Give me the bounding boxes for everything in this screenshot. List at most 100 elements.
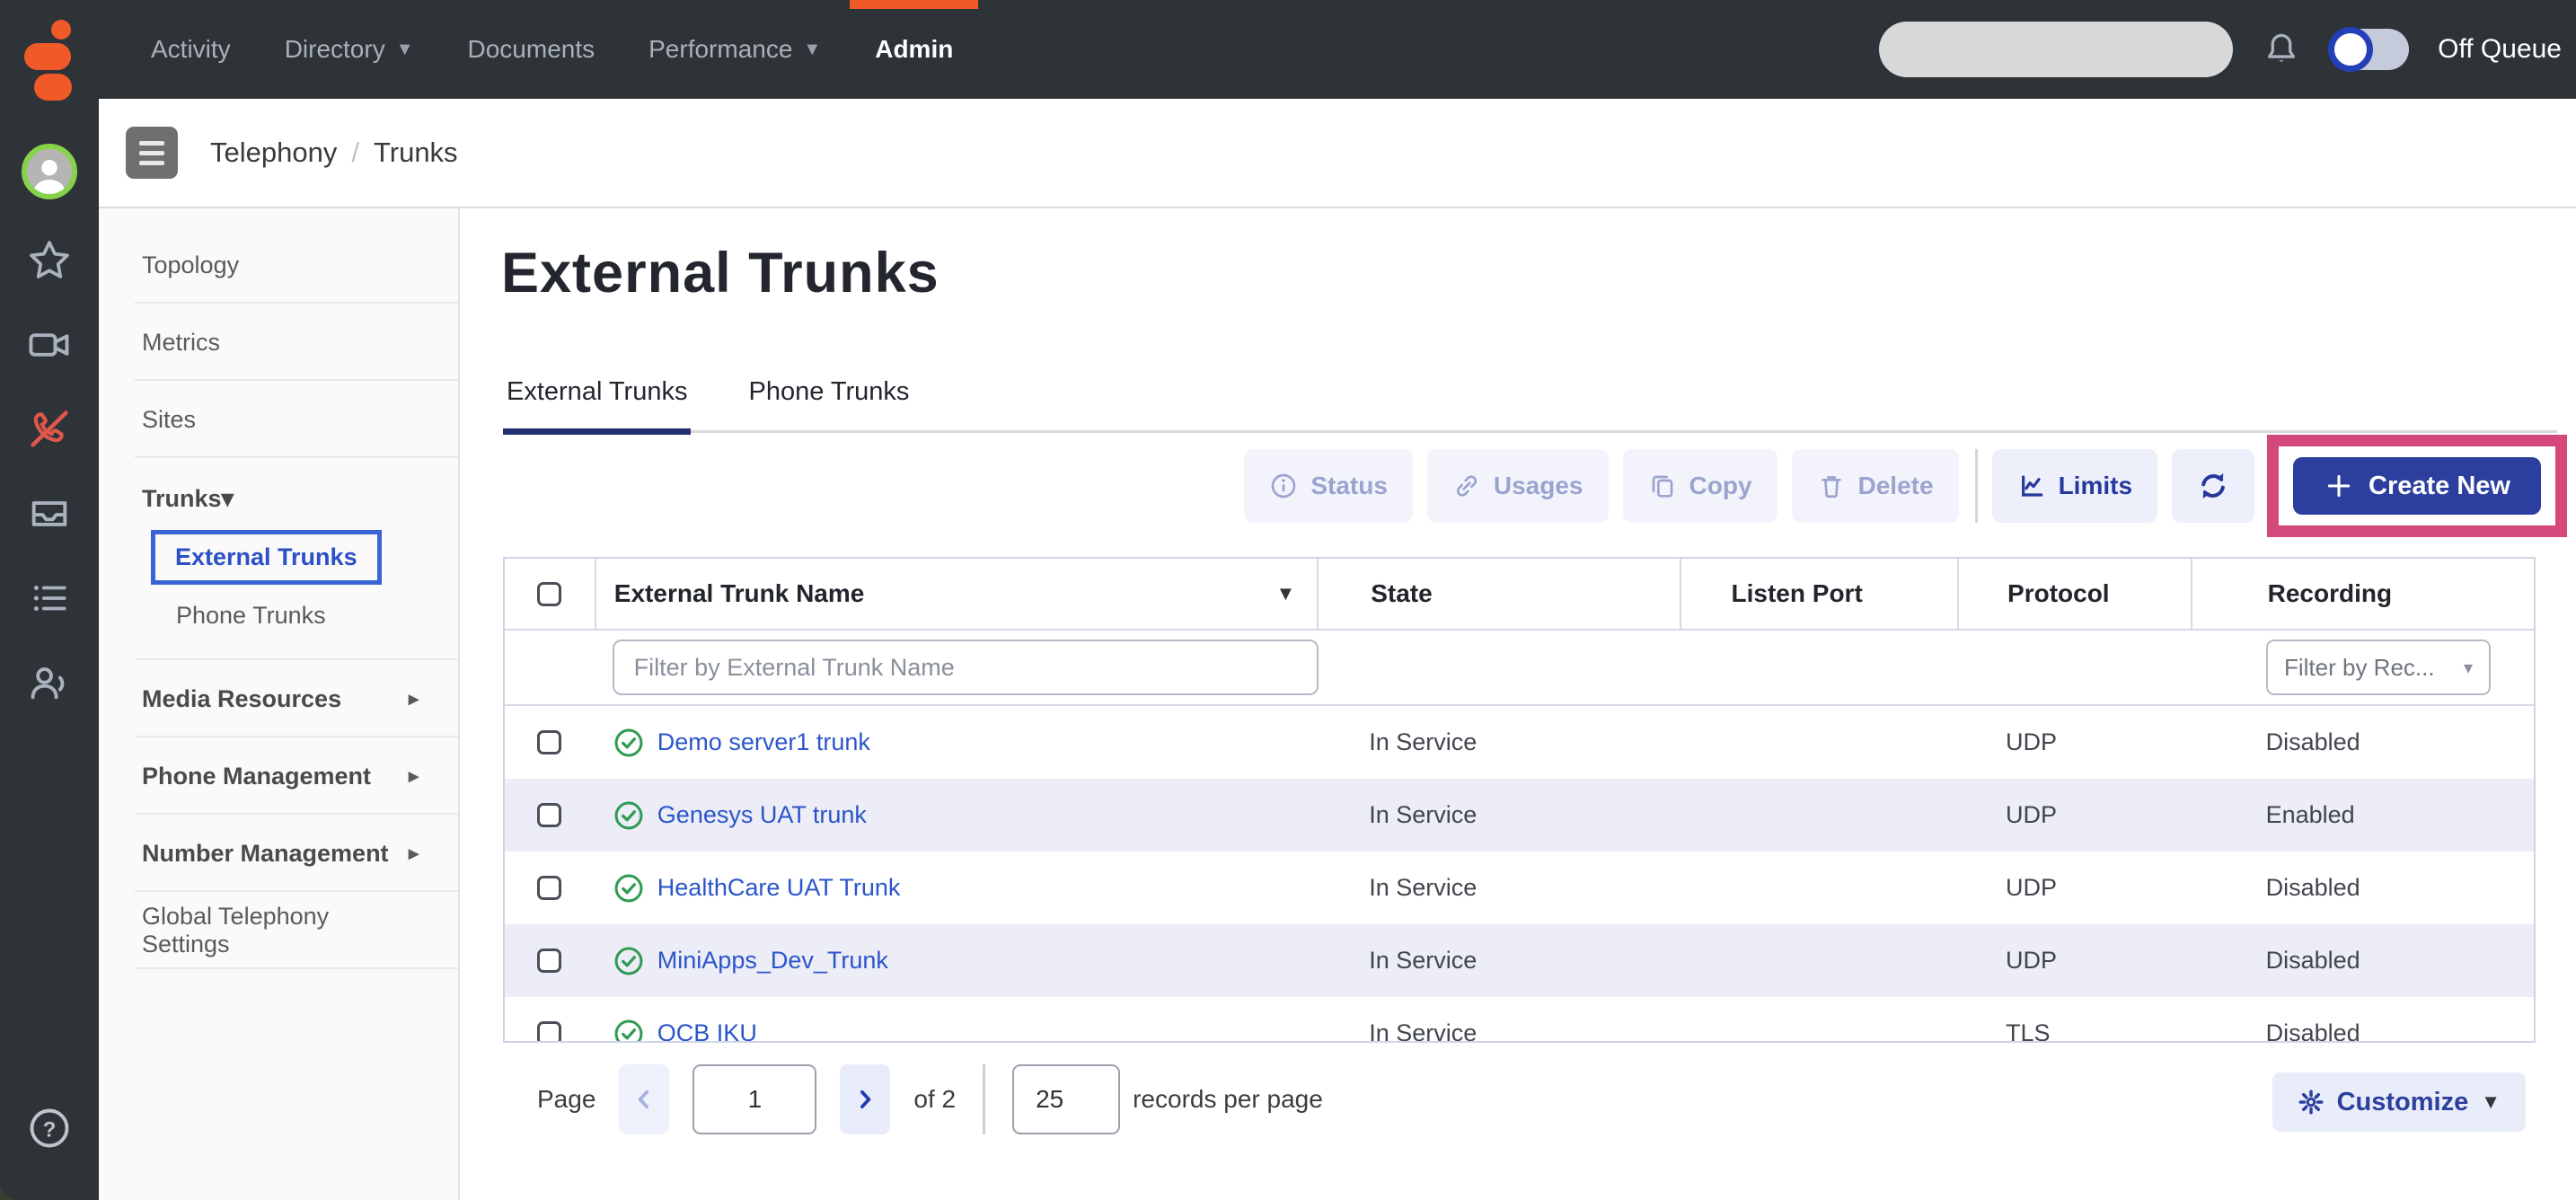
breadcrumb-bar: Telephony / Trunks (99, 99, 2576, 208)
trunk-type-tabs: External Trunks Phone Trunks (503, 354, 2557, 433)
row-checkbox[interactable] (537, 876, 561, 900)
telephony-side-menu: Topology Metrics Sites Trunks ▾ External… (99, 208, 460, 1200)
link-icon (1452, 472, 1481, 500)
row-checkbox[interactable] (537, 949, 561, 973)
sidebar-item-metrics[interactable]: Metrics (99, 304, 458, 381)
sort-desc-icon[interactable]: ▼ (1275, 582, 1295, 605)
select-all-checkbox[interactable] (537, 582, 561, 606)
sidebar-item-sites[interactable]: Sites (99, 381, 458, 458)
notifications-bell-button[interactable] (2262, 30, 2301, 69)
pagination-controls: Page of 2 records per page (537, 1063, 1323, 1135)
page-size-input[interactable] (1012, 1064, 1120, 1134)
column-header-listen-port[interactable]: Listen Port (1680, 559, 1957, 629)
sidebar-item-external-trunks[interactable]: External Trunks (151, 530, 382, 585)
chevron-right-icon (851, 1086, 878, 1113)
chevron-down-icon: ▾ (2464, 657, 2473, 679)
search-icon (2216, 34, 2217, 65)
name-filter-input[interactable] (613, 640, 1319, 695)
table-header-row: External Trunk Name ▼ State Listen Port … (505, 559, 2534, 631)
nav-item-activity[interactable]: Activity (124, 0, 258, 99)
create-new-button[interactable]: Create New (2293, 457, 2541, 515)
list-icon (27, 576, 72, 621)
row-checkbox[interactable] (537, 730, 561, 754)
copy-button[interactable]: Copy (1623, 449, 1778, 523)
next-page-button[interactable] (840, 1064, 890, 1134)
table-row: MiniApps_Dev_Trunk In Service UDP Disabl… (505, 924, 2534, 997)
nav-item-performance[interactable]: Performance ▼ (622, 0, 848, 99)
star-icon (26, 237, 73, 284)
global-search-box[interactable] (1879, 22, 2233, 77)
gear-icon (2298, 1089, 2325, 1116)
help-button[interactable]: ? (26, 1105, 73, 1151)
breadcrumb-section[interactable]: Telephony (210, 137, 337, 169)
customize-button[interactable]: Customize ▼ (2272, 1072, 2526, 1132)
agent-button[interactable] (26, 659, 73, 706)
agent-person-icon (26, 659, 73, 706)
toolbar-divider (1975, 449, 1978, 523)
info-icon (1269, 472, 1298, 500)
top-nav-menu: Activity Directory ▼ Documents Performan… (124, 0, 980, 99)
table-filter-row: Filter by Rec... ▾ (505, 631, 2534, 706)
nav-item-admin[interactable]: Admin (848, 0, 980, 99)
breadcrumb-page: Trunks (374, 137, 458, 169)
row-checkbox[interactable] (537, 803, 561, 827)
sidebar-item-topology[interactable]: Topology (99, 226, 458, 304)
copy-icon (1648, 472, 1677, 500)
status-button[interactable]: Status (1244, 449, 1413, 523)
table-row: Genesys UAT trunk In Service UDP Enabled (505, 779, 2534, 851)
row-checkbox[interactable] (537, 1021, 561, 1043)
page-number-input[interactable] (693, 1064, 816, 1134)
trunk-name-link[interactable]: OCB IKU (657, 1019, 757, 1043)
phone-disabled-button[interactable] (26, 406, 73, 453)
column-header-state[interactable]: State (1317, 559, 1679, 629)
interactions-list-button[interactable] (26, 575, 73, 622)
sidebar-group-trunks: Trunks ▾ External Trunks Phone Trunks (99, 458, 458, 660)
refresh-button[interactable] (2172, 449, 2254, 523)
nav-item-directory[interactable]: Directory ▼ (258, 0, 441, 99)
sidebar-item-media-resources[interactable]: Media Resources ▸ (99, 660, 458, 737)
sidebar-item-trunks[interactable]: Trunks ▾ (99, 474, 458, 523)
genesys-logo (0, 0, 99, 99)
main-content: External Trunks External Trunks Phone Tr… (460, 208, 2576, 1200)
limits-button[interactable]: Limits (1992, 449, 2157, 523)
video-button[interactable] (26, 322, 73, 368)
trunk-name-link[interactable]: HealthCare UAT Trunk (657, 874, 901, 902)
favorites-button[interactable] (26, 237, 73, 284)
tab-phone-trunks[interactable]: Phone Trunks (745, 354, 913, 435)
sidebar-item-global-telephony-settings[interactable]: Global Telephony Settings (99, 892, 458, 969)
trunk-name-link[interactable]: MiniApps_Dev_Trunk (657, 947, 888, 975)
trunk-name-link[interactable]: Demo server1 trunk (657, 728, 870, 756)
column-header-name[interactable]: External Trunk Name ▼ (595, 559, 1317, 629)
chart-icon (2017, 472, 2046, 500)
status-ok-icon (613, 1018, 645, 1044)
sidebar-item-phone-management[interactable]: Phone Management ▸ (99, 737, 458, 815)
status-ok-icon (613, 945, 645, 977)
table-row: Demo server1 trunk In Service UDP Disabl… (505, 706, 2534, 779)
sidebar-item-phone-trunks[interactable]: Phone Trunks (99, 590, 458, 640)
page-title: External Trunks (501, 241, 940, 305)
column-header-recording[interactable]: Recording (2191, 559, 2534, 629)
menu-hamburger-button[interactable] (126, 127, 178, 179)
page-label: Page (537, 1085, 595, 1114)
previous-page-button[interactable] (619, 1064, 669, 1134)
records-per-page-label: records per page (1133, 1085, 1323, 1114)
nav-item-documents[interactable]: Documents (441, 0, 622, 99)
queue-status-toggle[interactable] (2330, 29, 2409, 70)
chevron-down-icon: ▾ (222, 485, 234, 513)
breadcrumb: Telephony / Trunks (210, 137, 458, 169)
status-ok-icon (613, 799, 645, 832)
usages-button[interactable]: Usages (1427, 449, 1609, 523)
user-avatar-presence[interactable] (22, 144, 77, 199)
inbox-button[interactable] (26, 490, 73, 537)
pagination-divider (983, 1064, 985, 1134)
sidebar-item-number-management[interactable]: Number Management ▸ (99, 815, 458, 892)
column-header-protocol[interactable]: Protocol (1957, 559, 2191, 629)
global-search-input[interactable] (1879, 22, 2216, 77)
recording-filter-select[interactable]: Filter by Rec... ▾ (2266, 640, 2491, 695)
trunk-name-link[interactable]: Genesys UAT trunk (657, 801, 867, 829)
tab-external-trunks[interactable]: External Trunks (503, 354, 691, 435)
chevron-down-icon: ▼ (803, 40, 821, 60)
chevron-down-icon: ▼ (2481, 1090, 2501, 1114)
delete-button[interactable]: Delete (1792, 449, 1959, 523)
avatar-person-icon (27, 153, 72, 194)
